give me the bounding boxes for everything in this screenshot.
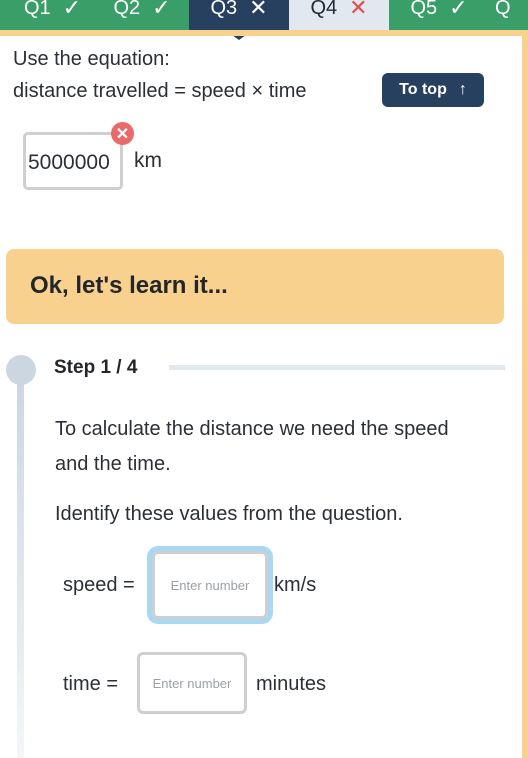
accent-border-right [522,30,528,758]
tab-label: Q4 [310,0,338,19]
tab-q2[interactable]: Q2 ✓ [95,0,189,30]
learn-title: Ok, let's learn it... [30,272,228,299]
cross-icon: ✕ [349,0,368,20]
check-icon: ✓ [62,0,82,20]
arrow-up-icon: ↑ [458,81,467,98]
step-prompt: Identify these values from the question. [55,503,403,525]
step-label: Step 1 / 4 [54,357,138,378]
accent-stripe [0,30,528,36]
speed-input[interactable] [152,551,268,619]
tab-q5[interactable]: Q5 ✓ [389,0,489,30]
learn-banner: Ok, let's learn it... [6,249,504,324]
tab-label: Q1 [23,0,51,19]
tab-q1[interactable]: Q1 ✓ [0,0,95,30]
tab-q4[interactable]: Q4 ✕ [289,0,389,30]
speed-label: speed = [63,574,135,596]
answer-unit: km [134,149,162,172]
tab-label: Q [495,0,511,19]
check-icon: ✓ [449,0,468,20]
to-top-label: To top [399,81,447,98]
incorrect-icon: ✕ [111,122,134,145]
step-timeline [17,380,24,758]
tab-q6[interactable]: Q [489,0,528,30]
step-divider [169,365,505,370]
time-unit: minutes [256,673,327,695]
speed-unit: km/s [274,574,317,596]
time-label: time = [63,673,119,695]
answer-value: 5000000 [28,151,110,174]
answer-input[interactable]: 5000000 [23,132,123,190]
time-input[interactable] [137,652,247,714]
step-instruction: To calculate the distance we need the sp… [55,418,449,475]
tab-label: Q2 [113,0,141,19]
equation-text: distance travelled = speed × time [13,80,307,102]
to-top-button[interactable]: To top ↑ [382,73,484,107]
equation-intro: Use the equation: [13,48,170,70]
tab-label: Q5 [410,0,438,19]
question-tabs: Q1 ✓ Q2 ✓ Q3 ✕ Q4 ✕ Q5 ✓ Q [0,0,528,40]
cross-icon: ✕ [249,0,268,20]
tab-q3[interactable]: Q3 ✕ [189,0,289,40]
tab-label: Q3 [210,0,238,19]
check-icon: ✓ [152,0,171,20]
